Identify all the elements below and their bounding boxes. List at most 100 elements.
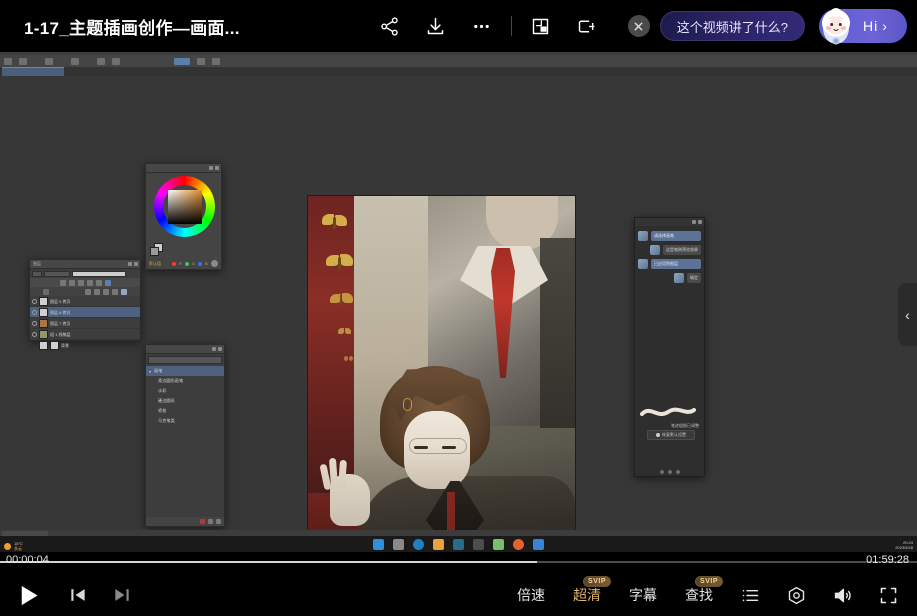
brush-footer-icon-1[interactable] [659,469,664,474]
play-button[interactable] [0,574,56,616]
brush-footer-icon-3[interactable] [675,469,680,474]
tool-icon-active[interactable] [174,57,190,65]
layers-panel-header[interactable]: 图层 [30,260,140,269]
layer-visibility-icon[interactable] [32,331,37,337]
list-item[interactable]: 喷枪 [146,406,224,416]
taskbar-app6-icon[interactable] [493,538,504,550]
progress-area[interactable]: 00:00:04 01:59:28 [0,552,917,574]
taskbar-clock[interactable]: 20:24 2023/5/28 [895,540,913,550]
brush-settings-panel[interactable]: 请选择画笔 这是笔刷预览效果 已应用到图层 确定 笔迹粗细已调整 恢复默认设置 [634,217,705,477]
volume-icon[interactable] [819,574,865,616]
more-icon[interactable] [459,0,505,52]
layer-effect-icon[interactable] [85,288,91,295]
layer-mask-icon[interactable] [94,288,100,295]
taskbar-photoshop-icon[interactable] [453,538,464,550]
layers-blend-row[interactable] [30,269,140,278]
sidebar-collapse-toggle[interactable]: ‹ [898,283,917,346]
brush-panel-footer[interactable] [635,467,704,476]
layers-panel[interactable]: 图层 图层 9 拷贝 图层 8 拷贝 图层 7 拷贝 组 1 线稿层 背景 [29,259,141,351]
share-icon[interactable] [367,0,413,52]
layer-row[interactable]: 背景 [30,340,140,351]
brush-footer-icon-2[interactable] [667,469,672,474]
taskbar-app8-icon[interactable] [533,538,544,550]
panel-menu-icon[interactable] [209,166,213,170]
tool-icon-2[interactable] [19,57,27,65]
filter-kind-icon[interactable] [43,288,49,295]
blend-mode-select[interactable] [44,270,70,277]
preset-panel-footer[interactable] [146,517,224,526]
reset-defaults-button[interactable]: 恢复默认设置 [647,430,695,440]
chevron-down-icon[interactable]: ▾ [149,369,151,374]
panel-close-icon[interactable] [215,166,219,170]
layer-visibility-icon[interactable] [32,298,37,304]
undo-icon[interactable] [45,57,53,65]
playlist-icon[interactable] [727,574,773,616]
tool-icon-3[interactable] [71,57,79,65]
settings-icon[interactable] [773,574,819,616]
ask-ai-button[interactable]: 这个视频讲了什么? [659,11,805,41]
taskbar-weather[interactable]: 18°C 多云 [4,541,23,551]
taskbar-explorer-icon[interactable] [433,538,444,550]
layer-row[interactable]: 图层 8 拷贝 [30,307,140,318]
lock-position-icon[interactable] [77,279,84,286]
close-icon[interactable] [627,15,650,37]
taskbar-firefox-icon[interactable] [513,538,524,550]
layer-row[interactable]: 图层 7 拷贝 [30,318,140,329]
taskbar-edge-icon[interactable] [413,538,424,550]
document-tabs[interactable] [0,67,917,76]
previous-button[interactable] [56,574,100,616]
layers-panel-close-icon[interactable] [134,262,138,266]
lock-all-icon[interactable] [95,279,102,286]
layer-visibility-icon[interactable] [32,343,37,348]
layers-filter-toolbar[interactable] [30,287,140,296]
color-settings-icon[interactable] [211,260,218,267]
brush-panel-header[interactable] [635,218,704,227]
preset-panel-menu-icon[interactable] [212,347,216,351]
opacity-slider[interactable] [72,270,126,277]
search-button[interactable]: 查找 SVIP [671,574,727,616]
preset-panel-header[interactable] [146,345,224,354]
list-item[interactable]: 硬边圆形 [146,396,224,406]
quality-button[interactable]: 超清 SVIP [559,574,615,616]
list-item[interactable]: ▾ 画笔 [146,366,224,376]
subtitle-button[interactable]: 字幕 [615,574,671,616]
color-panel-footer[interactable]: 默认值 R G B [149,259,218,268]
layers-lock-toolbar[interactable] [30,278,140,287]
lock-artboard-icon[interactable] [86,279,93,286]
tool-icon-4[interactable] [112,57,120,65]
new-layer-icon[interactable] [121,288,127,295]
color-wheel[interactable] [154,176,215,237]
layer-group-icon[interactable] [112,288,118,295]
preset-options-icon[interactable] [216,519,221,524]
fill-slider-icon[interactable] [104,279,111,286]
tool-icon-5[interactable] [197,57,205,65]
color-swatches[interactable] [150,243,165,257]
list-item[interactable]: 马克笔类 [146,416,224,426]
document-tab-active[interactable] [2,67,64,76]
layer-adjust-icon[interactable] [103,288,109,295]
next-button[interactable] [100,574,144,616]
layer-row[interactable]: 图层 9 拷贝 [30,296,140,307]
color-panel[interactable]: 默认值 R G B [145,163,222,270]
layer-row[interactable]: 组 1 线稿层 [30,329,140,340]
brush-panel-close-icon[interactable] [698,220,702,224]
fullscreen-icon[interactable] [865,574,911,616]
speed-button[interactable]: 倍速 [503,574,559,616]
color-square[interactable] [168,190,202,224]
tool-icon-1[interactable] [4,57,12,65]
preset-search-input[interactable] [148,356,222,364]
download-icon[interactable] [413,0,459,52]
windows-taskbar[interactable]: 18°C 多云 20:24 2023/5/28 [0,536,917,552]
delete-preset-icon[interactable] [200,519,205,524]
layers-panel-menu-icon[interactable] [128,262,132,266]
brush-icon[interactable] [97,57,105,65]
new-preset-icon[interactable] [208,519,213,524]
taskbar-app5-icon[interactable] [473,538,484,550]
photoshop-canvas[interactable]: 默认值 R G B 图层 图层 9 拷贝 图层 8 拷贝 图层 7 拷贝 组 1… [0,76,917,552]
channel-b-icon[interactable] [198,261,203,266]
layer-visibility-icon[interactable] [32,320,37,326]
picture-in-picture-icon[interactable] [518,0,564,52]
preset-panel-close-icon[interactable] [218,347,222,351]
foreground-color-swatch[interactable] [150,247,159,256]
lock-pixels-icon[interactable] [68,279,75,286]
